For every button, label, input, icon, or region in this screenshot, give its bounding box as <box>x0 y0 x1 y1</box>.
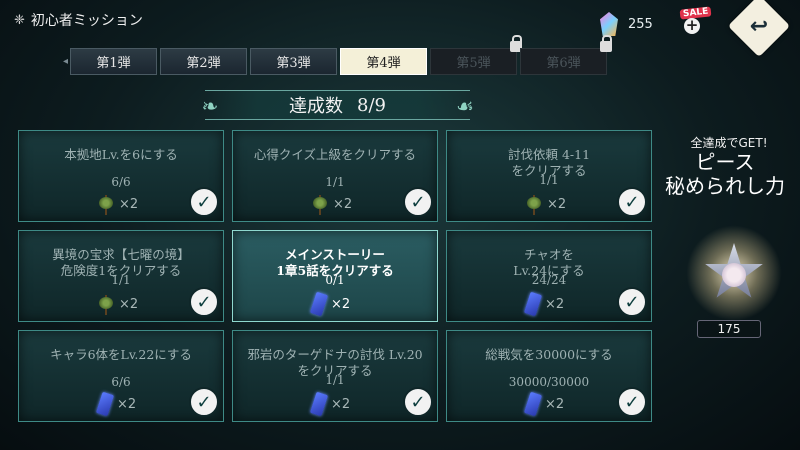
checkmark-icon: ✓ <box>189 187 219 217</box>
mission-card[interactable]: 総戦気を30000にする 30000/30000 ×2 ✓ <box>446 330 652 422</box>
tab-1[interactable]: 第1弾 <box>63 48 157 75</box>
leaf-ornament-icon: ☙ <box>456 94 474 118</box>
mission-card[interactable]: 邪岩のターゲドナの討伐 Lv.20 をクリアする 1/1 ×2 ✓ <box>232 330 438 422</box>
mission-progress: 30000/30000 <box>508 375 590 389</box>
plant-item-icon <box>527 193 541 215</box>
back-arrow-icon: ↩ <box>749 13 769 39</box>
plant-item-icon <box>99 193 113 215</box>
mission-progress: 1/1 <box>111 273 131 287</box>
checkmark-icon: ✓ <box>617 287 647 317</box>
mission-progress: 1/1 <box>325 175 345 189</box>
achievement-count-banner: ❧ 達成数 8/9 ☙ <box>202 90 474 120</box>
back-button[interactable]: ↩ <box>727 0 791 58</box>
reward-count-badge: 175 <box>697 320 761 338</box>
reward-quantity: ×2 <box>545 396 565 412</box>
mission-label-line1: 異境の宝求【七曜の境】 <box>52 247 190 262</box>
mission-card[interactable]: キャラ6体をLv.22にする 6/6 ×2 ✓ <box>18 330 224 422</box>
mission-card[interactable]: 異境の宝求【七曜の境】 危険度1をクリアする 1/1 ×2 ✓ <box>18 230 224 322</box>
complete-reward-star[interactable] <box>686 225 782 321</box>
reward-quantity: ×2 <box>333 196 353 212</box>
mission-progress: 24/24 <box>531 273 567 287</box>
mission-label-line1: チャオを <box>524 247 574 262</box>
reward-quantity: ×2 <box>545 296 565 312</box>
mission-card[interactable]: 本拠地Lv.を6にする 6/6 ×2 ✓ <box>18 130 224 222</box>
reward-quantity: ×2 <box>117 396 137 412</box>
achievement-value: 8/9 <box>357 94 386 116</box>
ticket-item-icon <box>523 391 543 417</box>
mission-card[interactable]: チャオを Lv.24にする 24/24 ×2 ✓ <box>446 230 652 322</box>
complete-caption: 全達成でGET! <box>690 136 768 150</box>
mission-card[interactable]: 討伐依頼 4-11 をクリアする 1/1 ×2 ✓ <box>446 130 652 222</box>
checkmark-icon: ✓ <box>189 387 219 417</box>
mission-reward: ×2 <box>99 293 138 315</box>
add-currency-button[interactable]: + <box>684 18 700 34</box>
mission-reward: ×2 <box>309 291 351 317</box>
mission-label-line1: メインストーリー <box>285 247 385 262</box>
mission-label: 総戦気を30000にする <box>447 347 651 363</box>
mission-label: キャラ6体をLv.22にする <box>19 347 223 363</box>
complete-reward-title: ピース 秘められし力 <box>665 150 785 198</box>
tab-3[interactable]: 第3弾 <box>250 48 337 75</box>
checkmark-icon: ✓ <box>403 187 433 217</box>
checkmark-icon: ✓ <box>189 287 219 317</box>
reward-quantity: ×2 <box>119 196 139 212</box>
page-title: ❈ 初心者ミッション <box>14 10 143 30</box>
checkmark-icon: ✓ <box>617 387 647 417</box>
mission-progress: 0/1 <box>325 273 345 287</box>
mission-label-line1: 心得クイズ上級をクリアする <box>253 147 417 162</box>
tab-2[interactable]: 第2弾 <box>160 48 247 75</box>
reward-quantity: ×2 <box>331 296 351 312</box>
mission-label: 本拠地Lv.を6にする <box>19 147 223 163</box>
mission-label-line1: キャラ6体をLv.22にする <box>50 347 192 362</box>
tab-4[interactable]: 第4弾 <box>340 48 427 75</box>
mission-card[interactable]: 心得クイズ上級をクリアする 1/1 ×2 ✓ <box>232 130 438 222</box>
mission-label-line1: 本拠地Lv.を6にする <box>64 147 178 162</box>
emblem-icon: ❈ <box>14 12 25 28</box>
mission-label-line1: 邪岩のターゲドナの討伐 Lv.20 <box>247 347 423 362</box>
mission-progress: 1/1 <box>539 173 559 187</box>
currency-value: 255 <box>628 16 653 32</box>
reward-quantity: ×2 <box>547 196 567 212</box>
reward-quantity: ×2 <box>119 296 139 312</box>
tab-bar: 第1弾 第2弾 第3弾 第4弾 第5弾 第6弾 <box>63 35 612 75</box>
mission-label-line1: 総戦気を30000にする <box>485 347 613 362</box>
mission-reward: ×2 <box>95 391 137 417</box>
ticket-item-icon <box>309 391 329 417</box>
mission-card[interactable]: メインストーリー 1章5話をクリアする 0/1 ×2 <box>232 230 438 322</box>
mission-reward: ×2 <box>309 391 351 417</box>
mission-label-line1: 討伐依頼 4-11 <box>507 147 591 162</box>
plant-item-icon <box>99 293 113 315</box>
checkmark-icon: ✓ <box>403 387 433 417</box>
mission-progress: 1/1 <box>325 373 345 387</box>
mission-reward: ×2 <box>523 391 565 417</box>
character-portrait <box>722 263 746 287</box>
currency-display: 255 <box>600 12 653 36</box>
tab-6[interactable]: 第6弾 <box>520 35 612 75</box>
ticket-item-icon <box>309 291 329 317</box>
plant-item-icon <box>313 193 327 215</box>
ticket-item-icon <box>523 291 543 317</box>
mission-progress: 6/6 <box>111 375 131 389</box>
mission-reward: ×2 <box>523 291 565 317</box>
checkmark-icon: ✓ <box>617 187 647 217</box>
page-title-text: 初心者ミッション <box>30 13 143 29</box>
mission-reward: ×2 <box>313 193 352 215</box>
ticket-item-icon <box>95 391 115 417</box>
mission-reward: ×2 <box>527 193 566 215</box>
mission-progress: 6/6 <box>111 175 131 189</box>
leaf-ornament-icon: ❧ <box>201 94 219 118</box>
mission-reward: ×2 <box>99 193 138 215</box>
tab-5[interactable]: 第5弾 <box>430 35 522 75</box>
gem-icon <box>600 12 618 36</box>
mission-label: 心得クイズ上級をクリアする <box>233 147 437 163</box>
lock-icon <box>600 35 612 52</box>
reward-quantity: ×2 <box>331 396 351 412</box>
achievement-label: 達成数 <box>289 96 344 117</box>
